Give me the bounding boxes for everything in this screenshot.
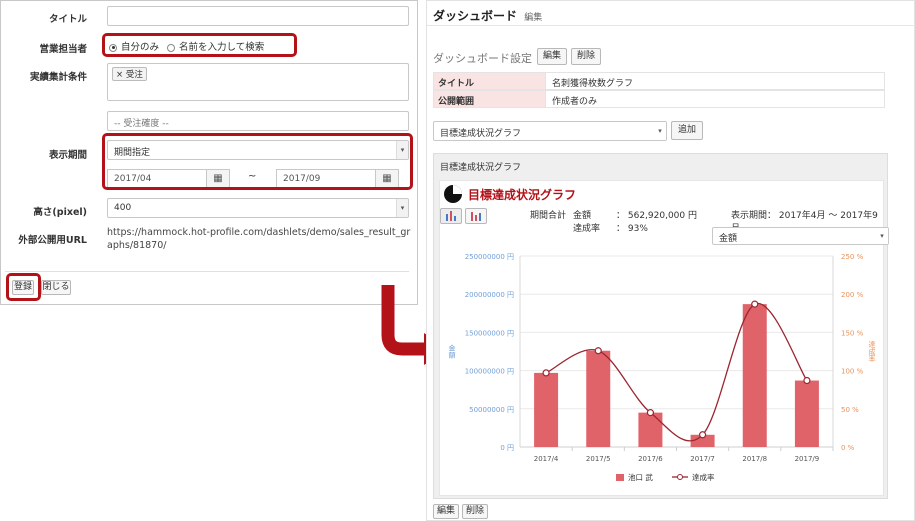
rate-point: [698, 431, 707, 439]
metric-select-value: 金額: [719, 234, 738, 244]
rate-point: [646, 409, 655, 417]
add-button[interactable]: 追加: [671, 121, 703, 140]
period-total-label: 期間合計: [530, 211, 567, 221]
dashlet-panel-header: 目標達成状況グラフ: [440, 163, 522, 173]
dashlet-panel: 目標達成状況グラフ 目標達成状況グラフ 期間合計 金額 ： 562,920,00…: [433, 153, 889, 499]
legend-line-label: 達成率: [692, 472, 715, 482]
tag-remove-icon[interactable]: ×: [116, 70, 123, 80]
header-divider: [427, 25, 915, 26]
x-tick-label: 2017/9: [795, 455, 820, 463]
rate-line: [545, 302, 808, 442]
bar: [638, 412, 663, 447]
chevron-down-icon: ▾: [876, 228, 888, 244]
left-tick-label: 150000000 円: [465, 329, 514, 337]
settings-row-title: タイトル 名刺獲得枚数グラフ: [433, 72, 885, 90]
dashlet-settings-form: タイトル 営業担当者 自分のみ 名前を入力して検索 実績集計条件 × 受注 --…: [0, 0, 418, 305]
dashlet-select[interactable]: 目標達成状況グラフ ▾: [433, 121, 667, 141]
goal-chart: 0 円 0 % 50000000 円 50 % 100000000 円 100 % 1500…: [448, 253, 876, 482]
settings-edit-button[interactable]: 編集: [537, 48, 567, 65]
amount-label: 金額: [573, 211, 592, 221]
public-url[interactable]: https://hammock.hot-profile.com/dashlets…: [107, 226, 412, 252]
bar: [794, 380, 819, 447]
x-tick-label: 2017/4: [534, 455, 559, 463]
left-tick-label: 50000000 円: [469, 406, 514, 414]
dashboard-title: ダッシュボード: [433, 9, 518, 23]
legend-bar-label: 池口 武: [628, 472, 653, 482]
x-tick-label: 2017/5: [586, 455, 611, 463]
period-label: 表示期間: [48, 150, 87, 161]
rate-label: 達成率: [573, 224, 601, 234]
right-tick-label: 250 %: [841, 253, 864, 261]
certainty-select[interactable]: -- 受注確度 --: [107, 111, 409, 131]
settings-label: ダッシュボード設定: [433, 52, 532, 65]
legend-line-marker: [677, 474, 683, 480]
row-value: 名刺獲得枚数グラフ: [552, 79, 634, 89]
chevron-down-icon: ▾: [654, 122, 666, 140]
left-tick-label: 200000000 円: [465, 291, 514, 299]
rate-point: [594, 347, 602, 355]
chevron-down-icon: ▾: [396, 199, 408, 217]
certainty-placeholder: -- 受注確度 --: [114, 119, 169, 129]
criteria-tag[interactable]: × 受注: [112, 67, 147, 81]
x-tick-label: 2017/6: [638, 455, 663, 463]
footer-edit-button[interactable]: 編集: [433, 504, 459, 519]
url-label: 外部公開用URL: [18, 235, 87, 246]
metric-select[interactable]: 金額 ▾: [712, 227, 889, 245]
x-tick-label: 2017/7: [690, 455, 715, 463]
rate-point: [803, 376, 811, 385]
rate-point: [542, 369, 550, 377]
height-label: 高さ(pixel): [33, 207, 87, 218]
right-tick-label: 100 %: [841, 368, 864, 376]
settings-delete-button[interactable]: 削除: [571, 48, 601, 65]
pie-chart-icon: [444, 185, 462, 203]
dashboard-edit-link[interactable]: 編集: [524, 13, 542, 23]
left-tick-label: 0 円: [500, 444, 514, 452]
dashboard-header: ダッシュボード 編集: [433, 7, 542, 24]
right-tick-label: 200 %: [841, 291, 864, 299]
bar: [742, 304, 767, 447]
chart-widget: 目標達成状況グラフ 期間合計 金額 ： 562,920,000 円 達成率 ： …: [439, 180, 889, 496]
close-button[interactable]: 閉じる: [41, 280, 71, 295]
bar: [534, 372, 559, 447]
row-value: 作成者のみ: [552, 97, 598, 107]
criteria-label: 実績集計条件: [29, 72, 87, 83]
dashboard-panel: ダッシュボード 編集 ダッシュボード設定 編集 削除 タイトル 名刺獲得枚数グラ…: [426, 0, 915, 521]
bar-chart-alt-icon[interactable]: [465, 208, 487, 224]
bar: [586, 350, 611, 447]
right-tick-label: 50 %: [841, 406, 859, 414]
footer-delete-button[interactable]: 削除: [462, 504, 488, 519]
row-key: 公開範囲: [434, 91, 546, 107]
height-select[interactable]: 400 ▾: [107, 198, 409, 218]
left-tick-label: 250000000 円: [465, 253, 514, 261]
criteria-tag-text: 受注: [125, 70, 143, 80]
legend-bar-swatch: [616, 474, 624, 481]
row-key: タイトル: [434, 73, 546, 89]
highlight-period: [102, 133, 413, 190]
title-label: タイトル: [48, 14, 87, 25]
left-tick-label: 100000000 円: [465, 368, 514, 376]
dashlet-select-value: 目標達成状況グラフ: [440, 129, 522, 139]
rate-value: ： 93%: [616, 224, 648, 234]
title-input[interactable]: [107, 6, 409, 26]
height-value: 400: [114, 203, 132, 213]
x-tick-label: 2017/8: [742, 455, 767, 463]
settings-row-scope: 公開範囲 作成者のみ: [433, 90, 885, 108]
sales-owner-label: 営業担当者: [39, 44, 87, 55]
right-tick-label: 150 %: [841, 329, 864, 337]
left-axis-title: 金額: [448, 344, 456, 360]
amount-value: ： 562,920,000 円: [616, 211, 697, 221]
bar-chart-icon[interactable]: [440, 208, 462, 224]
highlight-sales-owner: [102, 33, 297, 57]
right-tick-label: 0 %: [841, 444, 855, 452]
form-divider: [5, 271, 409, 272]
right-axis-title: 達成率: [868, 340, 876, 363]
widget-title: 目標達成状況グラフ: [468, 188, 577, 202]
criteria-input[interactable]: × 受注: [107, 63, 409, 101]
highlight-register: [6, 273, 41, 301]
rate-point: [751, 300, 759, 308]
